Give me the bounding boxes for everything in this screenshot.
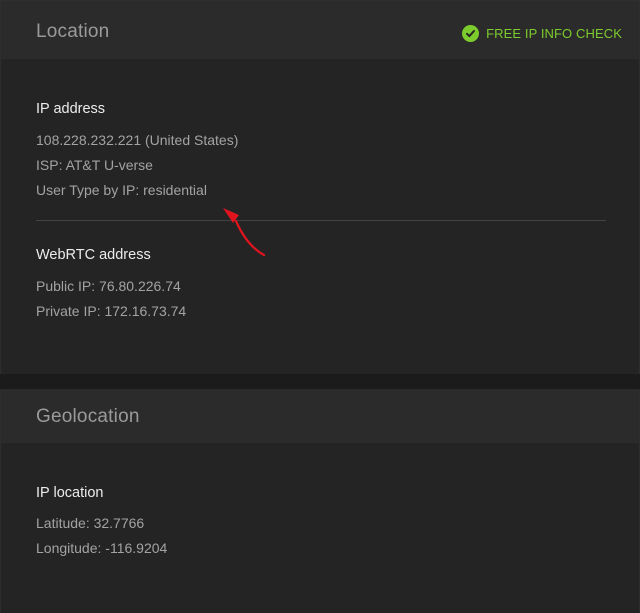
latitude-value: Latitude: 32.7766 xyxy=(36,515,145,531)
geolocation-panel: Geolocation IP location Latitude: 32.776… xyxy=(0,389,640,613)
check-circle-icon xyxy=(462,25,480,42)
location-panel-header: Location FREE IP INFO CHECK xyxy=(1,1,639,59)
section-divider xyxy=(36,220,606,221)
location-title: Location xyxy=(36,21,110,42)
isp-value: ISP: AT&T U-verse xyxy=(36,157,153,173)
longitude-value: Longitude: -116.9204 xyxy=(36,540,168,556)
geolocation-title: Geolocation xyxy=(36,406,140,427)
webrtc-address-heading: WebRTC address xyxy=(36,247,151,263)
ip-location-heading: IP location xyxy=(36,485,104,501)
private-ip-value: Private IP: 172.16.73.74 xyxy=(36,303,187,319)
free-ip-info-check-link[interactable]: FREE IP INFO CHECK xyxy=(462,25,622,42)
geolocation-panel-header: Geolocation xyxy=(1,389,639,443)
user-type-value: User Type by IP: residential xyxy=(36,182,207,198)
free-ip-info-check-label: FREE IP INFO CHECK xyxy=(486,26,622,41)
page: Location FREE IP INFO CHECK IP address 1… xyxy=(0,0,640,613)
ip-address-value: 108.228.232.221 (United States) xyxy=(36,132,239,148)
public-ip-value: Public IP: 76.80.226.74 xyxy=(36,278,181,294)
ip-address-heading: IP address xyxy=(36,101,106,117)
annotation-arrow-icon xyxy=(223,208,266,257)
location-panel: Location FREE IP INFO CHECK IP address 1… xyxy=(0,0,640,374)
